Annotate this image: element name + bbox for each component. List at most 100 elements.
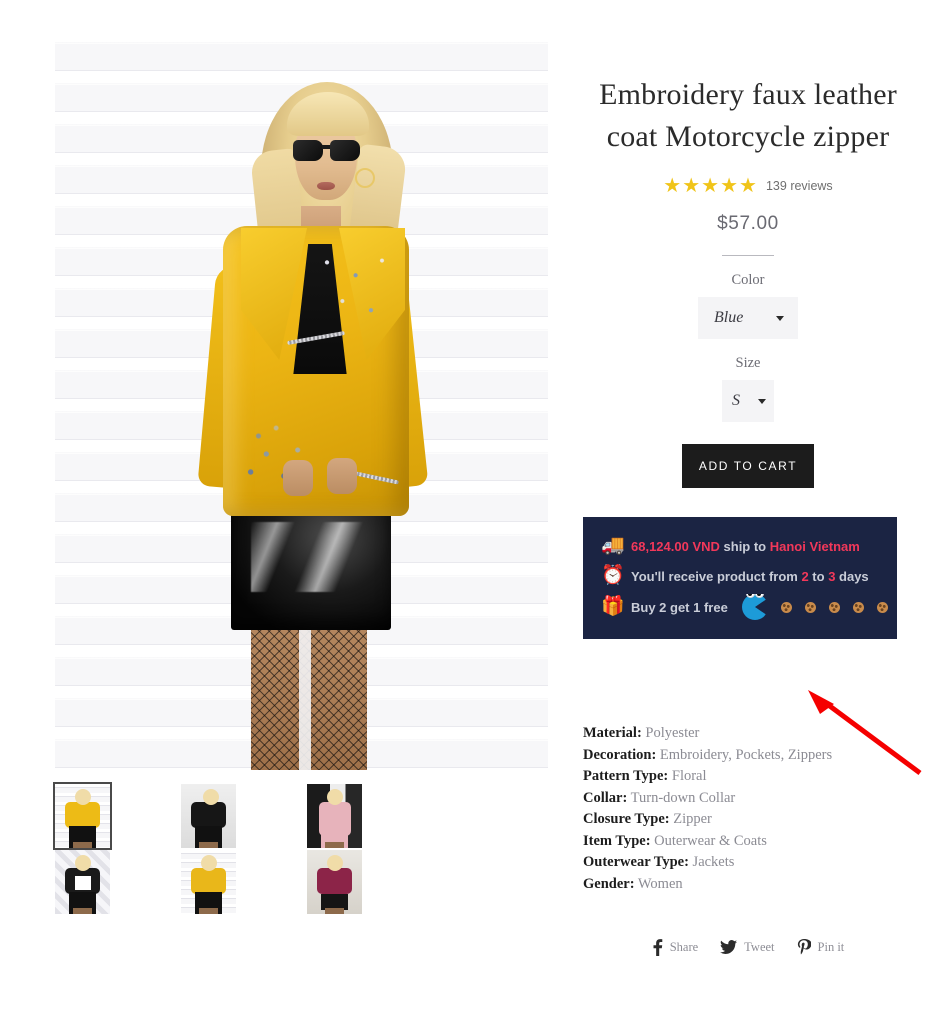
color-value: Blue <box>714 309 744 326</box>
color-label: Color <box>731 272 765 288</box>
share-twitter-label: Tweet <box>744 940 775 954</box>
product-price: $57.00 <box>717 213 779 234</box>
spec-row: Gender: Women <box>583 874 913 896</box>
jacket-studs <box>305 244 415 336</box>
share-facebook[interactable]: Share <box>652 939 698 956</box>
spec-key: Decoration: <box>583 746 657 763</box>
shipping-cost-text: 68,124.00 VND ship to Hanoi Vietnam <box>631 539 860 554</box>
main-product-image[interactable] <box>55 30 548 770</box>
thumbnail-3[interactable] <box>307 784 433 850</box>
sunglasses-icon <box>293 140 361 162</box>
star-icon: ★ <box>720 175 739 197</box>
spec-row: Outerwear Type: Jackets <box>583 852 913 874</box>
model-illustration <box>55 30 548 770</box>
spec-key: Collar: <box>583 789 628 806</box>
hand-left <box>283 460 313 496</box>
add-to-cart-button[interactable]: ADD TO CART <box>682 444 814 488</box>
spec-key: Item Type: <box>583 832 651 849</box>
share-facebook-label: Share <box>669 940 699 954</box>
color-select[interactable]: Blue <box>698 297 798 339</box>
share-row: Share Tweet Pin it <box>583 939 913 956</box>
plain-text: days <box>835 568 869 584</box>
spec-key: Pattern Type: <box>583 768 669 784</box>
spec-value: Zipper <box>669 811 712 827</box>
hoop-earring <box>355 168 375 188</box>
spec-row: Collar: Turn-down Collar <box>583 788 913 810</box>
star-icon: ★ <box>701 175 720 197</box>
truck-icon: 🚚 <box>601 535 625 556</box>
plain-text: You'll receive product from <box>631 568 802 584</box>
spec-value: Turn-down Collar <box>627 789 736 806</box>
spec-row: Item Type: Outerwear & Coats <box>583 831 913 853</box>
highlight-text: 68,124.00 VND <box>631 538 720 554</box>
chevron-down-icon <box>776 315 784 321</box>
cookie-icon <box>804 601 816 613</box>
review-count[interactable]: 139 reviews <box>766 179 833 193</box>
spec-row: Decoration: Embroidery, Pockets, Zippers <box>583 745 913 767</box>
size-select[interactable]: S <box>722 380 774 422</box>
thumbnail-1[interactable] <box>53 782 181 850</box>
star-icon: ★ <box>682 175 701 197</box>
spec-key: Material: <box>583 725 642 741</box>
spec-row: Pattern Type: Floral <box>583 766 913 788</box>
plain-text: Buy 2 get 1 free <box>631 599 728 615</box>
spec-value: Floral <box>668 768 707 784</box>
pacman-cookie-animation <box>742 594 888 620</box>
twitter-icon <box>720 940 738 954</box>
star-rating: ★ ★ ★ ★ ★ <box>663 176 757 196</box>
pacman-icon <box>742 594 768 620</box>
cookie-icon <box>828 601 840 613</box>
highlight-text: 2 <box>801 568 809 584</box>
share-twitter[interactable]: Tweet <box>720 940 775 955</box>
cookie-icon <box>780 601 792 613</box>
spec-row: Material: Polyester <box>583 723 913 745</box>
size-value: S <box>732 392 740 409</box>
spec-value: Embroidery, Pockets, Zippers <box>656 746 833 763</box>
highlight-text: Hanoi Vietnam <box>769 538 860 554</box>
thumbnail-4[interactable] <box>55 850 181 916</box>
clock-icon: ⏰ <box>601 565 625 586</box>
plain-text: to <box>808 568 829 584</box>
share-pinterest[interactable]: Pin it <box>797 939 845 956</box>
spec-row: Closure Type: Zipper <box>583 809 913 831</box>
star-icon: ★ <box>739 175 757 197</box>
floral-embroidery <box>233 398 331 498</box>
product-page: Embroidery faux leather coat Motorcycle … <box>0 0 950 1024</box>
spec-value: Jackets <box>688 854 735 870</box>
product-info-panel: Embroidery faux leather coat Motorcycle … <box>583 0 913 956</box>
product-title: Embroidery faux leather coat Motorcycle … <box>599 78 897 153</box>
gift-icon: 🎁 <box>601 596 625 617</box>
delivery-time-text: You'll receive product from 2 to 3 days <box>631 569 869 584</box>
spec-key: Outerwear Type: <box>583 854 689 870</box>
thumbnail-5[interactable] <box>181 850 307 916</box>
cookie-icon <box>876 601 888 613</box>
spec-value: Women <box>634 875 683 892</box>
delivery-time-row: ⏰ You'll receive product from 2 to 3 day… <box>583 561 897 591</box>
lips <box>317 182 335 190</box>
rating-row: ★ ★ ★ ★ ★ 139 reviews <box>583 176 913 196</box>
star-icon: ★ <box>663 175 682 197</box>
specification-list: Material: Polyester Decoration: Embroider… <box>583 723 913 895</box>
plain-text: ship to <box>719 538 770 554</box>
promo-offer-text: Buy 2 get 1 free <box>631 600 728 615</box>
divider <box>722 255 774 256</box>
thumbnail-strip <box>53 782 548 916</box>
spec-value: Polyester <box>641 725 700 741</box>
pinterest-icon <box>797 939 811 955</box>
spec-value: Outerwear & Coats <box>650 832 767 849</box>
hand-right <box>327 458 357 494</box>
thumbnail-2[interactable] <box>181 784 307 850</box>
product-gallery <box>53 30 548 916</box>
share-pinterest-label: Pin it <box>817 940 845 954</box>
spec-key: Gender: <box>583 875 635 892</box>
spec-key: Closure Type: <box>583 811 670 827</box>
promo-offer-row: 🎁 Buy 2 get 1 free <box>583 591 897 623</box>
size-label: Size <box>735 355 761 371</box>
cookie-icon <box>852 601 864 613</box>
shipping-cost-row: 🚚 68,124.00 VND ship to Hanoi Vietnam <box>583 531 897 561</box>
thumbnail-6[interactable] <box>307 850 433 916</box>
chevron-down-icon <box>758 398 766 404</box>
facebook-icon <box>653 939 663 956</box>
skirt-highlight <box>251 522 371 592</box>
shipping-promo-banner: 🚚 68,124.00 VND ship to Hanoi Vietnam ⏰ … <box>583 517 897 639</box>
